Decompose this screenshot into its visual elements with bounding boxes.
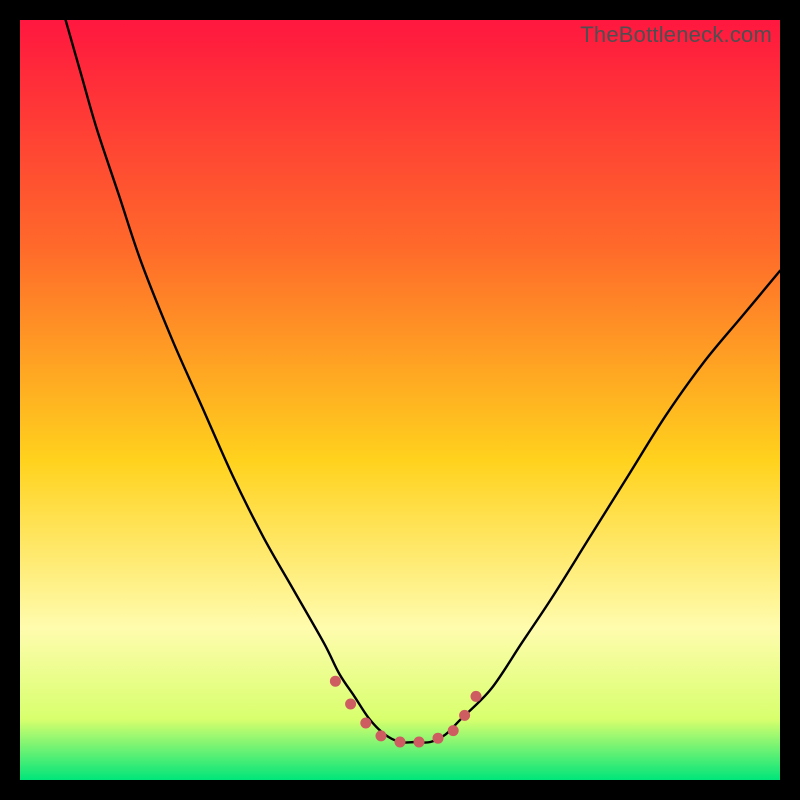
frame: TheBottleneck.com [0,0,800,800]
bottleneck-chart [20,20,780,780]
gradient-bg [20,20,780,780]
chart-area [20,20,780,780]
valley-dot [395,737,406,748]
valley-dot [345,699,356,710]
valley-dot [459,710,470,721]
valley-dot [414,737,425,748]
valley-dot [433,733,444,744]
valley-dot [471,691,482,702]
valley-dot [376,730,387,741]
valley-dot [330,676,341,687]
valley-dot [448,725,459,736]
valley-dot [360,718,371,729]
